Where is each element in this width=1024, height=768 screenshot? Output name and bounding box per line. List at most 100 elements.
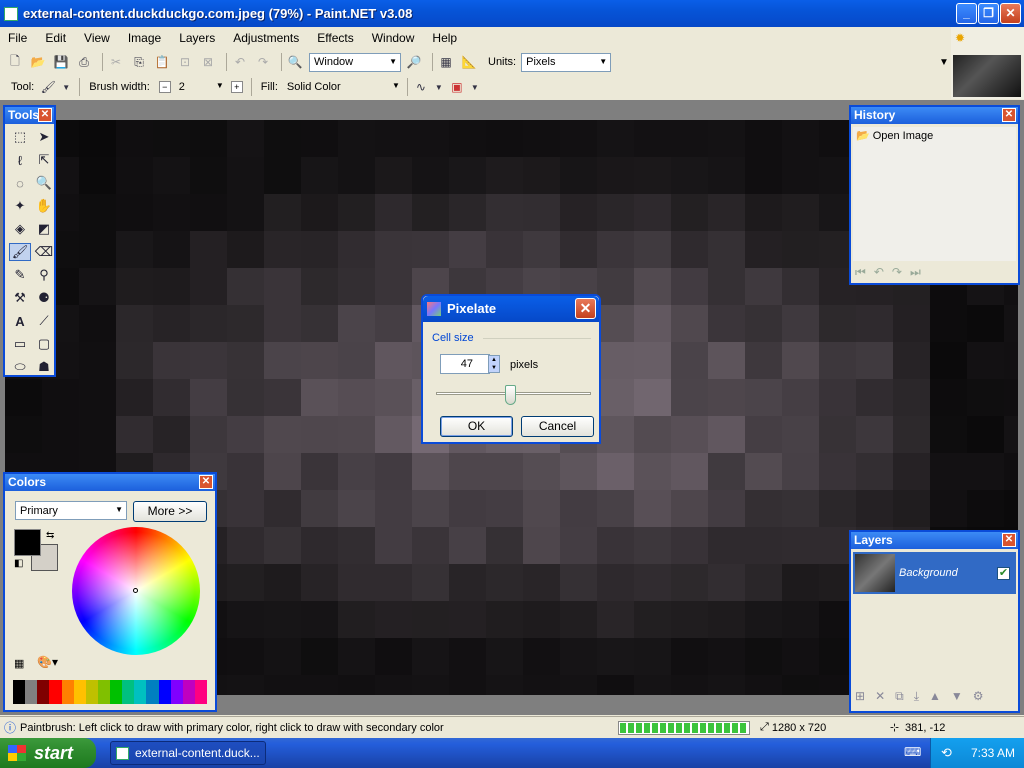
more-colors-button[interactable]: More >>: [133, 501, 207, 522]
palette-swatch[interactable]: [13, 680, 26, 704]
color-wheel-cursor[interactable]: [133, 588, 138, 593]
clone-stamp-icon[interactable]: ⚒: [9, 289, 31, 307]
save-icon[interactable]: 💾: [52, 53, 70, 71]
line-curve-icon[interactable]: ⟋: [33, 312, 55, 330]
layer-properties-icon[interactable]: ⚙: [973, 689, 984, 704]
add-layer-icon[interactable]: ⊞: [855, 689, 865, 704]
palette-swatch[interactable]: [170, 680, 183, 704]
pan-icon[interactable]: ✋: [33, 197, 55, 215]
magic-wand-icon[interactable]: ✦: [9, 197, 31, 215]
rectangle-icon[interactable]: ▭: [9, 335, 31, 353]
text-icon[interactable]: A: [9, 312, 31, 330]
crop-icon[interactable]: ⊡: [176, 53, 194, 71]
recolor-icon[interactable]: ⚈: [33, 289, 55, 307]
zoom-out-icon[interactable]: 🔍: [286, 53, 304, 71]
overflow-arrow-icon[interactable]: ▼: [939, 57, 949, 68]
paste-icon[interactable]: 📋: [153, 53, 171, 71]
ellipse-select-icon[interactable]: ◌: [9, 174, 31, 192]
primary-secondary-select[interactable]: Primary ▼: [15, 501, 127, 520]
palette-swatch[interactable]: [73, 680, 86, 704]
ellipse-icon[interactable]: ⬭: [9, 358, 31, 376]
rounded-rectangle-icon[interactable]: ▢: [33, 335, 55, 353]
merge-layer-down-icon[interactable]: ⤓: [914, 689, 919, 704]
palette-swatch[interactable]: [25, 680, 38, 704]
chevron-down-icon[interactable]: ▼: [435, 78, 443, 96]
palette-swatch[interactable]: [122, 680, 135, 704]
duplicate-layer-icon[interactable]: ⧉: [895, 689, 904, 704]
freeform-shape-icon[interactable]: ☗: [33, 358, 55, 376]
menu-file[interactable]: File: [8, 31, 27, 45]
menu-adjustments[interactable]: Adjustments: [233, 31, 299, 45]
lasso-select-icon[interactable]: ℓ: [9, 151, 31, 169]
new-icon[interactable]: 🗋: [6, 53, 24, 71]
network-icon[interactable]: ⟲: [941, 738, 952, 768]
deselect-icon[interactable]: ⊠: [199, 53, 217, 71]
palette-menu-icon[interactable]: 🎨▾: [37, 655, 58, 669]
reset-colors-icon[interactable]: ◧: [14, 558, 23, 569]
paintbrush-icon[interactable]: 🖌: [9, 243, 31, 261]
menu-effects[interactable]: Effects: [317, 31, 353, 45]
slider-thumb[interactable]: [504, 385, 516, 405]
palette-swatch[interactable]: [134, 680, 147, 704]
redo-icon[interactable]: ↷: [254, 53, 272, 71]
primary-color-swatch[interactable]: [14, 529, 41, 556]
brush-increase-button[interactable]: +: [230, 81, 243, 93]
ok-button[interactable]: OK: [440, 416, 513, 437]
keyboard-icon[interactable]: ⌨: [904, 745, 921, 759]
chevron-down-icon[interactable]: ▼: [62, 78, 70, 96]
fill-combo[interactable]: Solid Color ▼: [283, 78, 403, 97]
menu-edit[interactable]: Edit: [45, 31, 66, 45]
color-wheel[interactable]: [72, 527, 200, 655]
palette-swatch[interactable]: [194, 680, 207, 704]
menu-image[interactable]: Image: [128, 31, 161, 45]
menu-window[interactable]: Window: [372, 31, 415, 45]
close-icon[interactable]: ✕: [38, 108, 52, 122]
units-combo[interactable]: Pixels ▼: [521, 52, 612, 72]
palette-icon[interactable]: ▦: [14, 657, 24, 670]
cell-size-slider[interactable]: [436, 385, 591, 405]
palette-swatch[interactable]: [110, 680, 123, 704]
grid-icon[interactable]: ▦: [437, 53, 455, 71]
menu-view[interactable]: View: [84, 31, 110, 45]
rulers-icon[interactable]: 📐: [460, 53, 478, 71]
close-icon[interactable]: ✕: [1002, 108, 1016, 122]
move-selected-icon[interactable]: ⇱: [33, 151, 55, 169]
minimize-button[interactable]: _: [956, 3, 977, 24]
paintbrush-icon[interactable]: 🖌: [39, 78, 57, 96]
start-button[interactable]: start: [0, 738, 96, 768]
eraser-icon[interactable]: ⌫: [33, 243, 55, 261]
copy-icon[interactable]: ⎘: [130, 53, 148, 71]
blend-mode-icon[interactable]: ▣: [448, 78, 466, 96]
palette-swatch[interactable]: [85, 680, 98, 704]
dialog-close-button[interactable]: ✕: [575, 298, 596, 319]
paint-bucket-icon[interactable]: ◈: [9, 220, 31, 238]
palette-swatch[interactable]: [49, 680, 62, 704]
pencil-icon[interactable]: ✎: [9, 266, 31, 284]
delete-layer-icon[interactable]: ✕: [875, 689, 885, 704]
cut-icon[interactable]: ✂: [107, 53, 125, 71]
palette-swatch[interactable]: [37, 680, 50, 704]
open-icon[interactable]: 📂: [29, 53, 47, 71]
cancel-button[interactable]: Cancel: [521, 416, 594, 437]
color-picker-icon[interactable]: ⚲: [33, 266, 55, 284]
move-layer-down-icon[interactable]: ▼: [951, 689, 963, 704]
antialiasing-icon[interactable]: ∿: [412, 78, 430, 96]
cell-size-input[interactable]: 47: [440, 354, 490, 374]
chevron-down-icon[interactable]: ▼: [471, 78, 479, 96]
swap-colors-icon[interactable]: ⇆: [46, 530, 54, 541]
image-thumbnail[interactable]: [953, 55, 1021, 97]
palette-swatch[interactable]: [97, 680, 110, 704]
fast-forward-icon[interactable]: ⏭: [910, 265, 921, 280]
palette-swatch[interactable]: [182, 680, 195, 704]
palette-swatch[interactable]: [146, 680, 159, 704]
layer-row[interactable]: Background ✔: [853, 552, 1016, 594]
palette-swatch[interactable]: [158, 680, 171, 704]
zoom-in-icon[interactable]: 🔎: [405, 53, 423, 71]
rewind-icon[interactable]: ⏮: [855, 265, 866, 280]
layer-visibility-checkbox[interactable]: ✔: [997, 566, 1010, 580]
zoom-icon[interactable]: 🔍: [33, 174, 55, 192]
rectangle-select-icon[interactable]: ⬚: [9, 128, 31, 146]
taskbar-item-paintnet[interactable]: external-content.duck...: [110, 741, 266, 765]
palette-swatch[interactable]: [61, 680, 74, 704]
brush-decrease-button[interactable]: −: [158, 81, 171, 93]
